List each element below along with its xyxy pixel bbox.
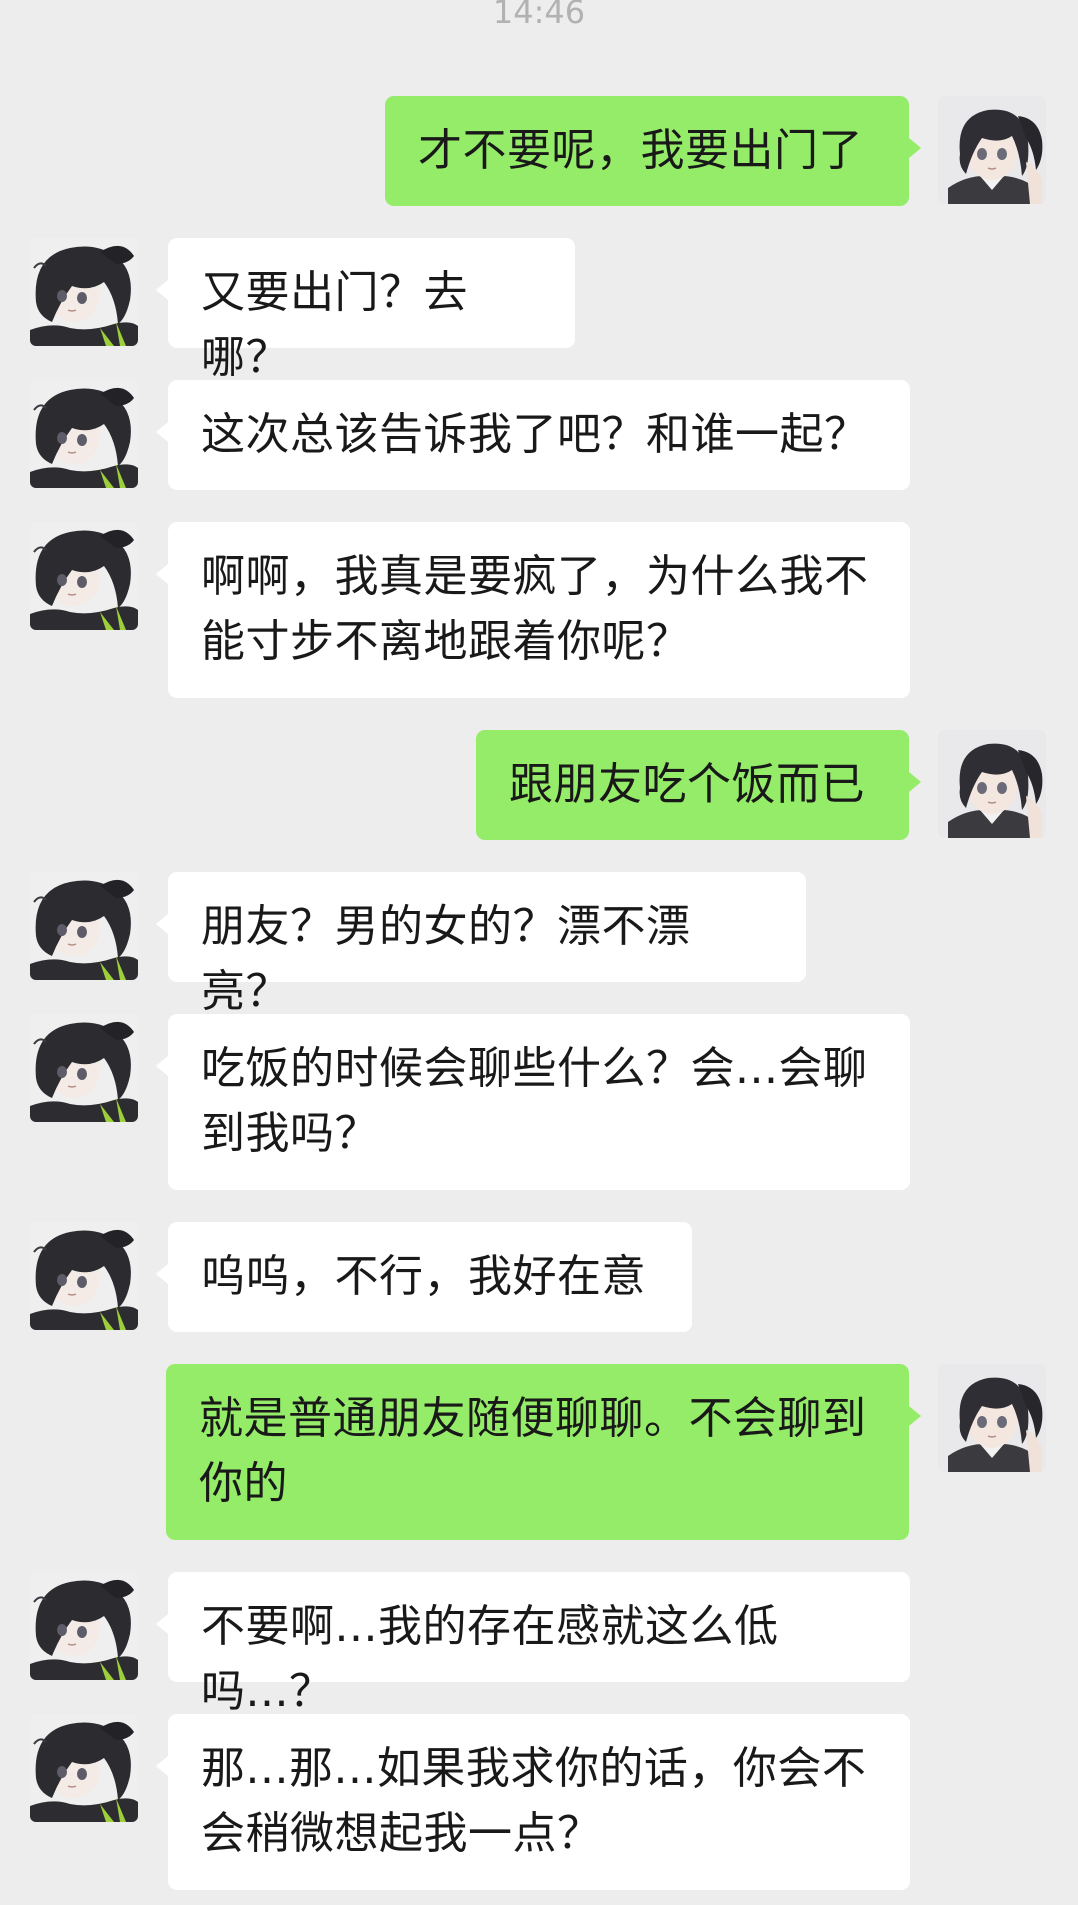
message-text: 跟朋友吃个饭而已 (509, 759, 865, 810)
contact-avatar-icon[interactable] (30, 872, 138, 980)
message-bubble-incoming[interactable]: 朋友？男的女的？漂不漂亮？ (156, 872, 806, 1017)
message-text: 呜呜，不行，我好在意 (201, 1251, 646, 1302)
message-bubble-incoming[interactable]: 吃饭的时候会聊些什么？会...会聊到我吗？ (156, 1014, 910, 1190)
message-timestamp: 14:46 (492, 0, 586, 31)
user-avatar-icon[interactable] (938, 730, 1046, 838)
contact-avatar-icon[interactable] (30, 1222, 138, 1330)
contact-avatar-icon[interactable] (30, 1572, 138, 1680)
message-bubble-incoming[interactable]: 那...那...如果我求你的话，你会不会稍微想起我一点？ (156, 1714, 910, 1890)
message-text: 不要啊...我的存在感就这么低吗...？ (201, 1601, 779, 1717)
message-bubble-outgoing[interactable]: 跟朋友吃个饭而已 (476, 730, 921, 840)
message-text: 又要出门？去哪？ (201, 267, 468, 383)
message-bubble-incoming[interactable]: 呜呜，不行，我好在意 (156, 1222, 692, 1332)
contact-avatar-icon[interactable] (30, 1014, 138, 1122)
message-bubble-incoming[interactable]: 不要啊...我的存在感就这么低吗...？ (156, 1572, 910, 1717)
user-avatar-icon[interactable] (938, 1364, 1046, 1472)
user-avatar-icon[interactable] (938, 96, 1046, 204)
message-bubble-incoming[interactable]: 这次总该告诉我了吧？和谁一起？ (156, 380, 910, 490)
message-bubble-outgoing[interactable]: 就是普通朋友随便聊聊。不会聊到你的 (166, 1364, 921, 1540)
message-text: 这次总该告诉我了吧？和谁一起？ (201, 409, 869, 460)
contact-avatar-icon[interactable] (30, 380, 138, 488)
message-text: 才不要呢，我要出门了 (418, 125, 863, 176)
message-text: 那...那...如果我求你的话，你会不会稍微想起我一点？ (201, 1743, 867, 1859)
chat-window[interactable]: 14:46 才不要呢，我要出门了 又要出门？去哪？ 这次总该告诉我了吧？和谁一起… (0, 0, 1078, 1905)
message-text: 吃饭的时候会聊些什么？会...会聊到我吗？ (201, 1043, 868, 1159)
contact-avatar-icon[interactable] (30, 238, 138, 346)
contact-avatar-icon[interactable] (30, 522, 138, 630)
message-text: 就是普通朋友随便聊聊。不会聊到你的 (199, 1393, 867, 1509)
message-text: 朋友？男的女的？漂不漂亮？ (201, 901, 691, 1017)
message-bubble-outgoing[interactable]: 才不要呢，我要出门了 (385, 96, 921, 206)
message-bubble-incoming[interactable]: 啊啊，我真是要疯了，为什么我不能寸步不离地跟着你呢？ (156, 522, 910, 698)
message-bubble-incoming[interactable]: 又要出门？去哪？ (156, 238, 575, 383)
contact-avatar-icon[interactable] (30, 1714, 138, 1822)
message-text: 啊啊，我真是要疯了，为什么我不能寸步不离地跟着你呢？ (201, 551, 869, 667)
